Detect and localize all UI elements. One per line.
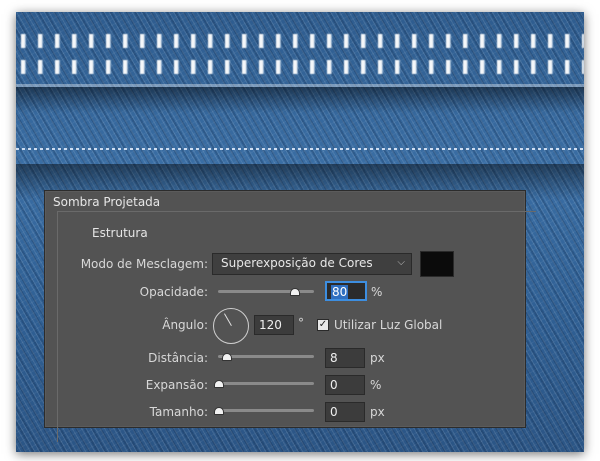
spread-unit: % bbox=[370, 378, 382, 392]
checkmark-icon: ✓ bbox=[318, 319, 328, 330]
chevron-down-icon: ⌵ bbox=[397, 257, 405, 268]
panel-title: Sombra Projetada bbox=[53, 195, 161, 209]
angle-dial-hand bbox=[224, 313, 232, 326]
distance-input[interactable]: 8 bbox=[325, 348, 365, 368]
opacity-unit: % bbox=[371, 285, 383, 299]
spread-label: Expansão: bbox=[145, 378, 208, 392]
angle-dial[interactable] bbox=[213, 308, 249, 344]
angle-input[interactable]: 120 bbox=[254, 315, 294, 335]
pocket-stitch-line bbox=[16, 148, 584, 150]
blend-mode-value: Superexposição de Cores bbox=[221, 256, 373, 270]
spread-slider-track[interactable] bbox=[218, 382, 314, 385]
distance-unit: px bbox=[370, 351, 385, 365]
global-light-checkbox[interactable]: ✓ bbox=[317, 319, 329, 331]
angle-unit: ° bbox=[298, 316, 304, 330]
opacity-label: Opacidade: bbox=[139, 285, 208, 299]
top-stitch-row-1 bbox=[16, 34, 584, 48]
seam-shadow bbox=[16, 87, 584, 113]
opacity-value: 80 bbox=[331, 285, 349, 299]
spread-input[interactable]: 0 bbox=[325, 375, 365, 395]
angle-label: Ângulo: bbox=[162, 318, 208, 332]
blend-mode-select[interactable]: Superexposição de Cores ⌵ bbox=[212, 253, 412, 275]
size-slider-track[interactable] bbox=[218, 409, 314, 412]
distance-slider-track[interactable] bbox=[218, 355, 314, 358]
shadow-color-swatch[interactable] bbox=[420, 251, 454, 277]
size-label: Tamanho: bbox=[149, 405, 208, 419]
opacity-input[interactable]: 80 bbox=[325, 281, 367, 301]
global-light-label: Utilizar Luz Global bbox=[334, 318, 443, 332]
size-input[interactable]: 0 bbox=[325, 402, 365, 422]
distance-label: Distância: bbox=[148, 351, 208, 365]
blend-mode-label: Modo de Mesclagem: bbox=[80, 257, 208, 271]
section-title: Estrutura bbox=[90, 226, 150, 240]
top-stitch-row-2 bbox=[16, 60, 584, 74]
size-unit: px bbox=[370, 405, 385, 419]
